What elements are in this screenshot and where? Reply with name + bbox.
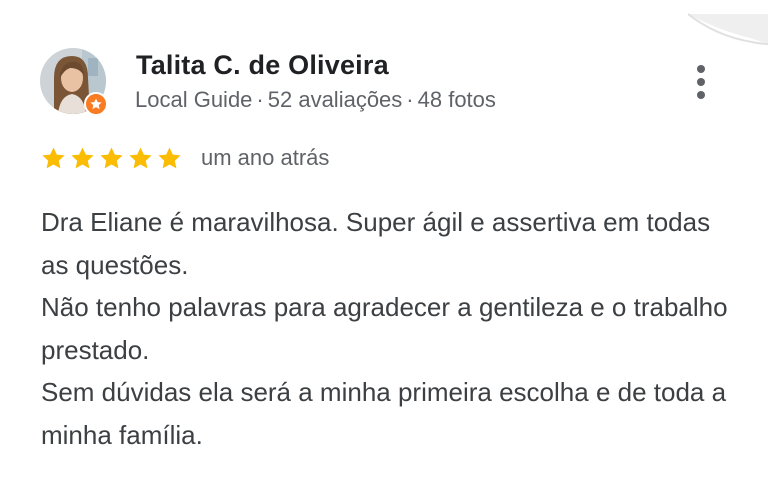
more-options-button[interactable] (686, 60, 716, 104)
rating-row: um ano atrás (40, 143, 329, 173)
meta-separator: · (406, 87, 414, 112)
local-guide-star-icon (84, 92, 108, 116)
review-paragraph: Dra Eliane é maravilhosa. Super ágil e a… (41, 207, 711, 280)
reviewer-name[interactable]: Talita C. de Oliveira (136, 50, 389, 81)
more-vert-icon (697, 65, 705, 73)
review-text: Dra Eliane é maravilhosa. Super ágil e a… (41, 201, 741, 456)
review-paragraph: Sem dúvidas ela será a minha primeira es… (41, 377, 727, 450)
star-icon (98, 145, 125, 172)
reviewer-avatar[interactable] (40, 48, 110, 118)
review-card: Talita C. de Oliveira Local Guide · 52 ava… (0, 0, 768, 480)
star-icon (156, 145, 183, 172)
star-icon (127, 145, 154, 172)
star-icon (69, 145, 96, 172)
page-curl-decoration (688, 13, 768, 48)
star-icon (40, 145, 67, 172)
review-time: um ano atrás (201, 145, 330, 170)
reviewer-meta: Local Guide · 52 avaliações · 48 fotos (135, 87, 496, 113)
star-rating (40, 145, 183, 172)
meta-separator: · (256, 87, 264, 112)
review-paragraph: Não tenho palavras para agradecer a gent… (41, 292, 728, 365)
local-guide-label: Local Guide (135, 87, 253, 112)
photos-count: 48 fotos (417, 87, 496, 112)
reviews-count: 52 avaliações (267, 87, 403, 112)
